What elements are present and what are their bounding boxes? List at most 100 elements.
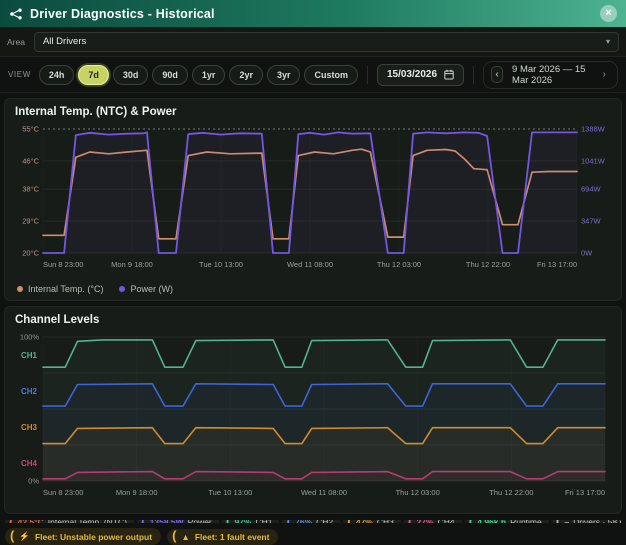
svg-text:Fri 13 17:00: Fri 13 17:00 [537,260,577,269]
alert-chip-fleet-unstable-power-output: ( ⚡ Fleet: Unstable power output [5,528,161,545]
svg-text:46°C: 46°C [22,156,39,165]
view-button-custom[interactable]: Custom [304,65,358,85]
separator [367,66,368,84]
status-value: 27% [417,520,434,523]
svg-text:Tue 10 13:00: Tue 10 13:00 [208,488,252,497]
chevron-down-icon: ▾ [606,37,610,46]
svg-text:1041W: 1041W [581,156,606,165]
status-chip-internal-temp-ntc: (42.5°C Internal Temp. (NTC) [5,520,134,523]
channel-levels-panel: Channel Levels Sun 8 23:00 Mon 9 18:00 Tue… [4,306,622,514]
svg-text:CH4: CH4 [21,459,38,468]
area-select[interactable]: All Drivers ▾ [34,32,619,52]
status-value: 42.5°C [18,520,44,523]
svg-text:100%: 100% [20,333,40,342]
alert-text: Fleet: 1 fault event [195,532,270,542]
status-label: CH4 [438,520,455,523]
svg-text:Thu 12 03:00: Thu 12 03:00 [377,260,421,269]
svg-text:Thu 12 03:00: Thu 12 03:00 [396,488,440,497]
separator [473,66,474,84]
status-label: Internal Temp. (NTC) [48,520,127,523]
svg-text:CH1: CH1 [21,351,38,360]
chip-bracket: ( [408,520,413,523]
area-row: Area All Drivers ▾ [0,27,626,57]
date-value: 15/03/2026 [387,69,437,80]
svg-text:Tue 10 13:00: Tue 10 13:00 [199,260,243,269]
area-select-value: All Drivers [43,36,86,47]
status-value: 47% [356,520,373,523]
chip-bracket: ( [226,520,231,523]
legend-item-power-w: Power (W) [119,284,173,294]
svg-text:Thu 12 22:00: Thu 12 22:00 [466,260,510,269]
legend-item-internal-temp-c: Internal Temp. (°C) [17,284,103,294]
status-label: CH2 [316,520,333,523]
status-chip-ch1: (97%CH1 [222,520,280,523]
chip-bracket: ( [469,520,474,523]
svg-text:CH2: CH2 [21,387,38,396]
status-chip-runtime: (4.96k hRuntime [465,520,549,523]
svg-text:0%: 0% [28,477,39,486]
temp-power-legend: Internal Temp. (°C) Power (W) [17,284,613,294]
lightning-icon: ⚡ [19,531,30,542]
view-range-buttons: 24h7d30d90d1yr2yr3yrCustom [39,65,358,85]
status-chip-ch3: (47%CH3 [343,520,401,523]
svg-text:Mon 9 18:00: Mon 9 18:00 [111,260,153,269]
window-title: Driver Diagnostics - Historical [30,7,215,21]
view-button-2yr[interactable]: 2yr [229,65,263,85]
view-button-3yr[interactable]: 3yr [267,65,301,85]
channel-levels-chart: Sun 8 23:00 Mon 9 18:00 Tue 10 13:00 Wed 11… [13,329,613,505]
alert-chip-fleet-1-fault-event: (▲Fleet: 1 fault event [167,529,278,545]
svg-text:Wed 11 08:00: Wed 11 08:00 [301,488,347,497]
svg-text:Sun 8 23:00: Sun 8 23:00 [43,260,83,269]
status-value: – [564,520,569,523]
status-label: CH3 [377,520,394,523]
svg-text:29°C: 29°C [22,217,39,226]
status-value: 97% [234,520,251,523]
channel-levels-title: Channel Levels [15,314,613,326]
close-button[interactable]: × [600,5,617,22]
view-button-24h[interactable]: 24h [39,65,75,85]
calendar-icon [444,69,454,80]
status-label: Runtime [510,520,542,523]
svg-text:Mon 9 18:00: Mon 9 18:00 [116,488,158,497]
date-range-text: 9 Mar 2026 — 15 Mar 2026 [512,64,590,86]
svg-text:Wed 11 08:00: Wed 11 08:00 [287,260,333,269]
svg-text:347W: 347W [581,217,602,226]
chip-bracket: ( [172,531,176,541]
svg-text:38°C: 38°C [22,185,39,194]
view-button-1yr[interactable]: 1yr [192,65,226,85]
svg-text:1388W: 1388W [581,125,606,134]
svg-text:Thu 12 22:00: Thu 12 22:00 [489,488,533,497]
status-chip-ch4: (27% CH4 [404,520,462,523]
prev-range-button[interactable]: ‹ [491,66,503,83]
view-toolbar: VIEW 24h7d30d90d1yr2yr3yrCustom 15/03/20… [0,57,626,93]
svg-text:55°C: 55°C [22,125,39,134]
temp-power-chart: Sun 8 23:00 Mon 9 18:00 Tue 10 13:00 Wed 11… [13,121,613,279]
date-range-nav: ‹ 9 Mar 2026 — 15 Mar 2026 › [483,61,618,89]
svg-text:CH3: CH3 [21,423,38,432]
status-value: 76% [295,520,312,523]
svg-text:Fri 13 17:00: Fri 13 17:00 [565,488,605,497]
status-label: Drivers · 58 pts [573,520,621,523]
chip-bracket: ( [10,531,14,541]
status-label: Power [188,520,212,523]
chip-bracket: ( [141,520,146,523]
temp-power-title: Internal Temp. (NTC) & Power [15,106,613,118]
status-chip-drivers-58-pts: (– Drivers · 58 pts [552,520,621,523]
svg-text:Sun 8 23:00: Sun 8 23:00 [43,488,83,497]
alerts-bar: ( ⚡ Fleet: Unstable power output (▲Fleet: 1… [5,528,621,545]
svg-text:20°C: 20°C [22,249,39,258]
chip-bracket: ( [9,520,14,523]
chip-bracket: ( [286,520,291,523]
window-header: Driver Diagnostics - Historical × [0,0,626,27]
chip-bracket: ( [556,520,561,523]
next-range-button[interactable]: › [599,66,610,83]
view-button-30d[interactable]: 30d [113,65,149,85]
status-value: 1358.5W [150,520,184,523]
view-button-7d[interactable]: 7d [78,65,109,85]
diagnostics-branch-icon [9,7,23,21]
view-label: VIEW [8,70,31,79]
alert-text: Fleet: Unstable power output [35,532,152,542]
date-input[interactable]: 15/03/2026 [377,64,464,86]
legend-dot [17,286,23,292]
view-button-90d[interactable]: 90d [152,65,188,85]
